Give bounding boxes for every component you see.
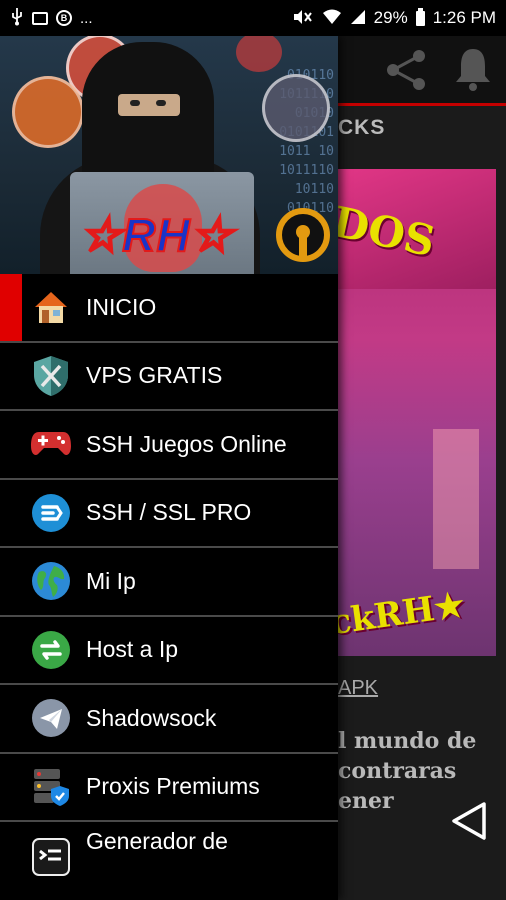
rh-logo: ☆RH☆ xyxy=(79,208,233,262)
menu-item-label: VPS GRATIS xyxy=(86,362,223,389)
menu-item-label: Proxis Premiums xyxy=(86,773,260,800)
menu-item-label: INICIO xyxy=(86,293,157,320)
menu-item-proxis-premiums[interactable]: Proxis Premiums xyxy=(0,754,338,822)
menu-item-label: Generador de xyxy=(86,828,228,854)
status-bar-left: B ... xyxy=(10,7,93,29)
code-line: 1011 10 xyxy=(279,144,334,159)
keyhole-icon xyxy=(276,208,330,262)
ssh-circle-icon xyxy=(30,492,72,534)
menu-item-label: SSH / SSL PRO xyxy=(86,499,252,526)
poster-decoration xyxy=(433,429,479,569)
menu-item-label: Mi Ip xyxy=(86,567,136,594)
drawer-header: 010110 1011110 01010 0101101 1011 10 101… xyxy=(0,36,338,274)
server-shield-icon xyxy=(30,766,72,808)
battery-icon xyxy=(415,7,425,26)
header-decoration xyxy=(236,36,282,72)
usb-icon xyxy=(10,7,24,29)
post-title-link[interactable]: APK xyxy=(338,677,378,700)
menu-item-mi-ip[interactable]: Mi Ip xyxy=(0,548,338,617)
wifi-icon xyxy=(322,9,342,28)
more-notifications-icon: ... xyxy=(80,9,93,27)
status-bar-right: 29% 1:26 PM xyxy=(292,7,496,28)
description-line: contraras xyxy=(338,758,457,784)
shield-tools-icon xyxy=(30,355,72,397)
signal-icon xyxy=(350,9,366,28)
battery-percent: 29% xyxy=(373,8,408,27)
hacker-face xyxy=(118,94,180,116)
navigation-drawer: 010110 1011110 01010 0101101 1011 10 101… xyxy=(0,36,338,900)
menu-item-label: Host a Ip xyxy=(86,636,179,663)
active-indicator xyxy=(0,274,22,341)
poster-text-bottom: ckRH★ xyxy=(338,584,468,644)
globe-icon xyxy=(30,560,72,602)
menu-item-ssh-ssl-pro[interactable]: SSH / SSL PRO xyxy=(0,480,338,548)
clock: 1:26 PM xyxy=(432,8,496,27)
generator-icon xyxy=(30,836,72,878)
header-app-bubble xyxy=(262,74,330,142)
bell-icon[interactable] xyxy=(452,46,494,92)
code-line: 1011110 xyxy=(279,163,334,178)
menu-item-label: SSH Juegos Online xyxy=(86,430,287,457)
paper-plane-icon xyxy=(30,697,72,739)
gamepad-icon xyxy=(30,423,72,465)
code-line: 10110 xyxy=(294,182,334,197)
share-icon[interactable] xyxy=(383,48,429,92)
home-icon xyxy=(30,286,72,328)
hacker-eye xyxy=(130,100,140,106)
section-heading: CKS xyxy=(338,116,386,139)
post-image[interactable]: DOS ckRH★ xyxy=(338,169,496,656)
status-bar: B ... 29% 1:26 PM xyxy=(0,0,506,36)
menu-item-inicio[interactable]: INICIO xyxy=(0,274,338,343)
menu-item-ssh-juegos-online[interactable]: SSH Juegos Online xyxy=(0,411,338,480)
header-app-bubble xyxy=(12,76,84,148)
menu-item-shadowsock[interactable]: Shadowsock xyxy=(0,685,338,754)
description-line: l mundo de xyxy=(338,728,477,754)
b-app-icon: B xyxy=(56,10,72,26)
mute-icon xyxy=(292,9,314,28)
swap-arrows-icon xyxy=(30,629,72,671)
menu-item-vps-gratis[interactable]: VPS GRATIS xyxy=(0,343,338,411)
menu-item-host-a-ip[interactable]: Host a Ip xyxy=(0,617,338,685)
menu-item-label: Shadowsock xyxy=(86,704,217,731)
back-nav-icon[interactable] xyxy=(448,800,490,842)
drawer-menu: INICIO VPS GRATIS SSH Juegos Online SSH … xyxy=(0,274,338,882)
image-icon xyxy=(32,11,48,25)
hacker-eye xyxy=(156,100,166,106)
menu-item-generador-de[interactable]: Generador de xyxy=(0,822,338,882)
